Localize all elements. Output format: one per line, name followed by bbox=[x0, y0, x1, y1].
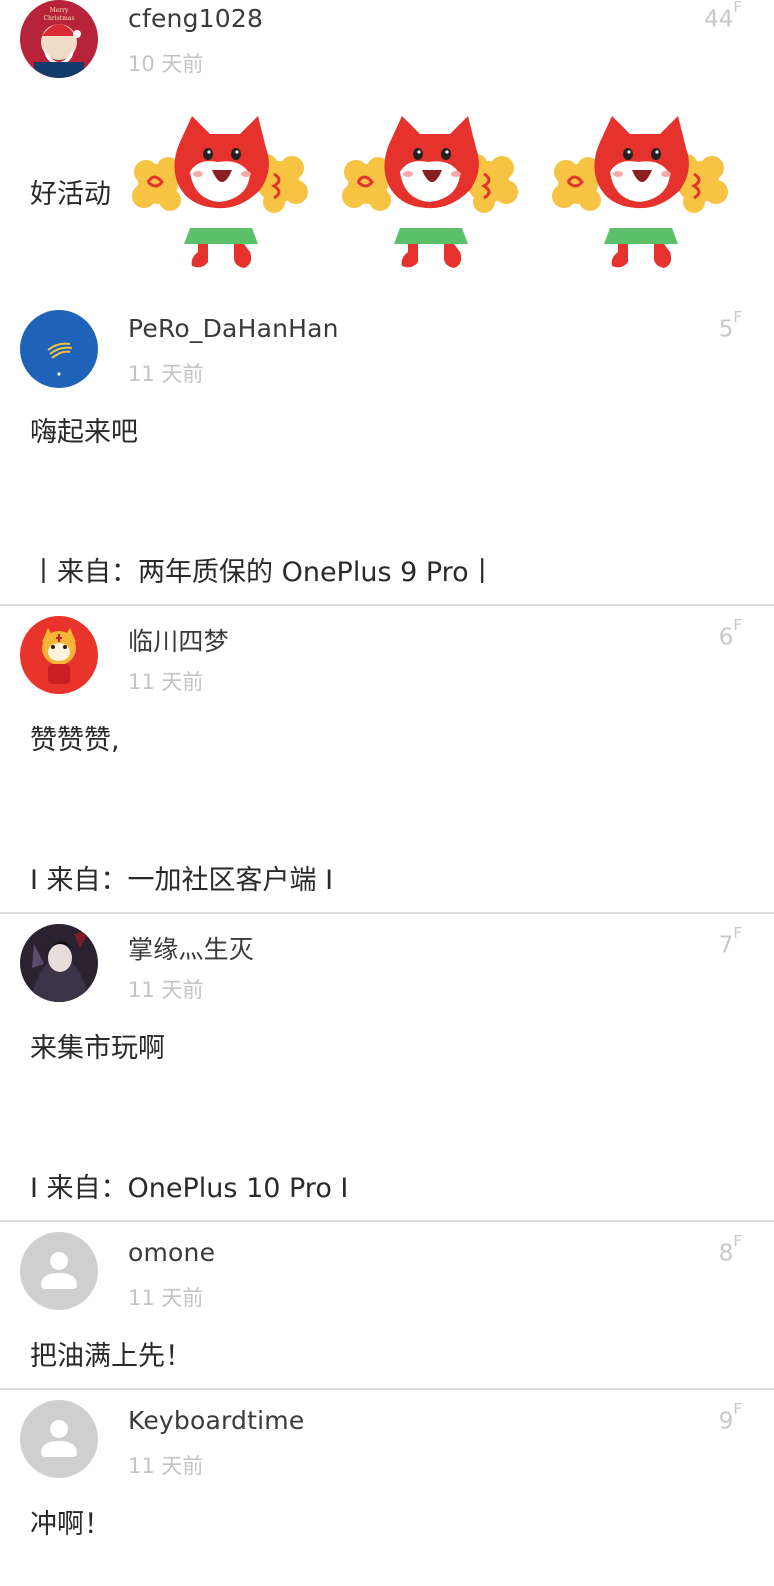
default-user-avatar-icon[interactable] bbox=[20, 1232, 98, 1310]
reply-content: 来集市玩啊 bbox=[30, 1033, 165, 1064]
user-avatar[interactable]: Merry Christmas bbox=[20, 0, 98, 78]
floor-number: 9F bbox=[718, 1400, 742, 1435]
device-source: I 来自：一加社区客户端 I bbox=[30, 865, 334, 896]
user-avatar[interactable] bbox=[20, 616, 98, 694]
reply-feed: Merry Christmas cfeng1028 10 天前 44F 好活动 … bbox=[0, 0, 774, 1584]
reply-content: 赞赞赞, bbox=[30, 725, 120, 756]
floor-number: 5F bbox=[718, 308, 742, 343]
sticker-row bbox=[128, 112, 732, 280]
post-time: 11 天前 bbox=[128, 1454, 204, 1478]
svg-text:Merry: Merry bbox=[50, 7, 69, 14]
reply-post: Merry Christmas cfeng1028 10 天前 44F 好活动 bbox=[0, 0, 774, 298]
svg-text:Christmas: Christmas bbox=[43, 15, 74, 22]
device-source: 丨来自：两年质保的 OnePlus 9 Pro丨 bbox=[30, 557, 496, 588]
cheering-fox-sticker bbox=[128, 112, 312, 280]
device-source: I 来自：OnePlus 10 Pro I bbox=[30, 1173, 349, 1204]
default-user-avatar-icon[interactable] bbox=[20, 1400, 98, 1478]
reply-content: 冲啊！ bbox=[30, 1509, 111, 1540]
reply-post: 掌缘灬生灭 11 天前 7F 来集市玩啊 I 来自：OnePlus 10 Pro… bbox=[0, 914, 774, 1222]
cheering-fox-sticker bbox=[548, 112, 732, 280]
floor-number: 7F bbox=[718, 924, 742, 959]
username[interactable]: 掌缘灬生灭 bbox=[128, 930, 254, 966]
reply-content: 嗨起来吧 bbox=[30, 417, 138, 448]
post-time: 11 天前 bbox=[128, 1286, 204, 1310]
post-time: 11 天前 bbox=[128, 670, 204, 694]
username[interactable]: 临川四梦 bbox=[128, 622, 229, 658]
post-time: 11 天前 bbox=[128, 978, 204, 1002]
username[interactable]: cfeng1028 bbox=[128, 4, 263, 33]
post-time: 11 天前 bbox=[128, 362, 204, 386]
username[interactable]: omone bbox=[128, 1238, 215, 1267]
floor-number: 8F bbox=[718, 1232, 742, 1267]
post-time: 10 天前 bbox=[128, 52, 204, 76]
floor-number: 6F bbox=[718, 616, 742, 651]
user-avatar[interactable] bbox=[20, 310, 98, 388]
user-avatar[interactable] bbox=[20, 924, 98, 1002]
username[interactable]: PeRo_DaHanHan bbox=[128, 314, 339, 343]
cheering-fox-sticker bbox=[338, 112, 522, 280]
reply-post: 临川四梦 11 天前 6F 赞赞赞, I 来自：一加社区客户端 I bbox=[0, 606, 774, 914]
reply-content: 把油满上先！ bbox=[30, 1341, 192, 1372]
reply-content: 好活动 bbox=[30, 179, 111, 210]
reply-post: omone 11 天前 8F 把油满上先！ bbox=[0, 1222, 774, 1390]
username[interactable]: Keyboardtime bbox=[128, 1406, 304, 1435]
reply-post: Keyboardtime 11 天前 9F 冲啊！ bbox=[0, 1390, 774, 1584]
reply-post: PeRo_DaHanHan 11 天前 5F 嗨起来吧 丨来自：两年质保的 On… bbox=[0, 298, 774, 606]
floor-number: 44F bbox=[704, 0, 742, 33]
